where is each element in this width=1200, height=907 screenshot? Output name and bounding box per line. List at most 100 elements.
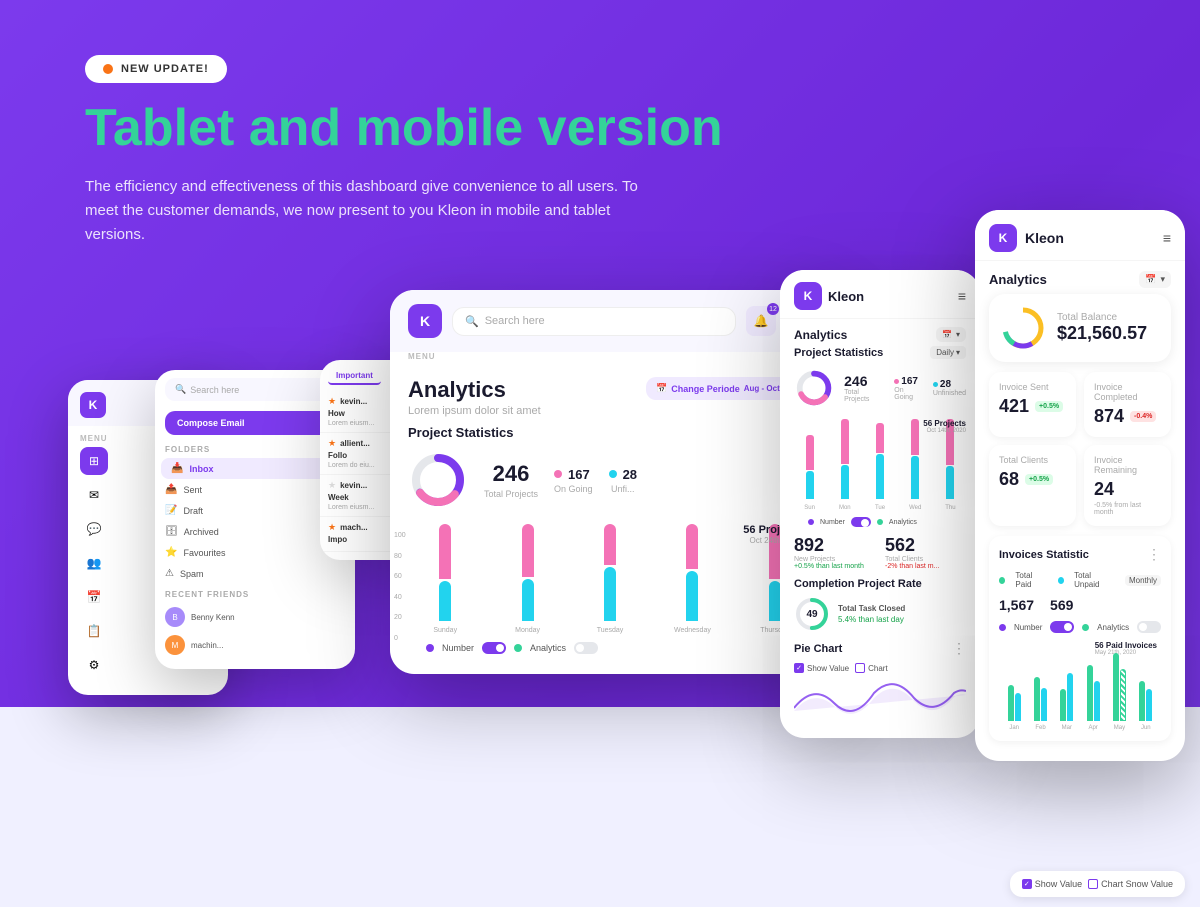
folders-search[interactable]: 🔍 Search here <box>165 378 345 401</box>
show-value-checkbox[interactable]: Show Value <box>794 663 849 673</box>
bar-cyan-monday <box>522 579 534 621</box>
invoice-sent-value: 421 <box>999 396 1029 417</box>
chart-snow-controls: Show Value Chart Snow Value <box>1022 879 1173 889</box>
email-sender-2: allient... <box>340 439 370 448</box>
email-tab-important[interactable]: Important <box>328 368 381 385</box>
pie-more-icon[interactable]: ⋮ <box>952 640 966 657</box>
total-clients-inv-change: +0.5% <box>1025 474 1053 485</box>
email-sender-3: kevin... <box>340 481 367 490</box>
sidebar-nav-docs[interactable]: 📋 <box>80 617 108 645</box>
bar-label-monday: Monday <box>515 627 540 634</box>
chart-snow-chart[interactable]: Chart Snow Value <box>1088 879 1173 889</box>
ps2-stats-row: 246 Total Projects 167 On Going 28 Unfin… <box>794 367 966 409</box>
toggle-number-switch[interactable] <box>482 642 506 654</box>
hero-title-highlight: mobile version <box>356 99 723 157</box>
compose-email-button[interactable]: Compose Email <box>165 411 345 435</box>
ps2-daily[interactable]: Daily ▾ <box>930 346 966 359</box>
completion-change: 5.4% than last day <box>838 615 905 624</box>
inv-stat-title: Invoices Statistic <box>999 549 1089 561</box>
chart-snow-show-value[interactable]: Show Value <box>1022 879 1082 889</box>
invoice-remaining-card: Invoice Remaining 24 -0.5% from last mon… <box>1084 445 1171 526</box>
bar-group-sunday: Sunday <box>408 524 482 634</box>
toggle-analytics-switch[interactable] <box>574 642 598 654</box>
ps2-bar-p3 <box>876 423 884 453</box>
show-value-label: Show Value <box>807 664 849 673</box>
analytics-title: Analytics <box>408 377 541 403</box>
new-projects-label: New Projects <box>794 556 875 563</box>
project-stats-title: Project Statistics <box>408 425 812 440</box>
ps2-stat-total: 246 Total Projects <box>844 373 884 403</box>
ps2-toggle-dot2 <box>877 519 883 525</box>
ps2-bar-chart-wrapper: 56 Projects Oct 14th, 2020 <box>794 419 966 499</box>
inv-analytics-dot <box>1082 624 1089 631</box>
email-sender-4: mach... <box>340 523 368 532</box>
ps2-toggle-switch[interactable] <box>851 517 871 527</box>
center-search[interactable]: 🔍 Search here <box>452 307 736 336</box>
inv-toggle-row: Number Analytics <box>999 621 1161 633</box>
right-date-filter[interactable]: 📅 ▾ <box>1139 271 1171 288</box>
kleon-logo-right: K <box>989 224 1017 252</box>
invoice-remaining-sub: -0.5% from last month <box>1094 502 1161 516</box>
invoice-remaining-row: 24 <box>1094 479 1161 500</box>
total-clients-card: 562 Total Clients -2% than last m... <box>885 535 966 570</box>
snow-show-value-label: Show Value <box>1035 879 1082 889</box>
rbc-g-jan <box>1003 641 1025 721</box>
total-clients-change: -2% than last m... <box>885 563 966 570</box>
rbc-green-apr <box>1087 665 1093 721</box>
rbc-g-jun <box>1135 641 1157 721</box>
stat-ongoing: 167 On Going <box>554 467 593 494</box>
completion-section: Completion Project Rate 49 Total Task Cl… <box>780 570 980 632</box>
bar-label-sunday: Sunday <box>433 627 457 634</box>
monthly-filter[interactable]: Monthly <box>1125 575 1161 586</box>
rbc-lbl-jan: Jan <box>1003 725 1025 731</box>
ps2-toggle-dot1 <box>808 519 814 525</box>
ongoing-label: On Going <box>554 484 593 494</box>
total-clients-inv-card: Total Clients 68 +0.5% <box>989 445 1076 526</box>
sidebar-nav-calendar[interactable]: 📅 <box>80 583 108 611</box>
device-project-stats: K Kleon ≡ Analytics 📅 ▾ Project Statisti… <box>780 270 980 738</box>
device-balance-invoice: K Kleon ≡ Analytics 📅 ▾ Total Balance $2… <box>975 210 1185 761</box>
inv-analytics-toggle[interactable] <box>1137 621 1161 633</box>
rbc-lbl-feb: Feb <box>1029 725 1051 731</box>
notification-bell[interactable]: 🔔 12 <box>746 306 776 336</box>
total-clients-value: 562 <box>885 535 966 556</box>
new-projects-section: 892 New Projects +0.5% than last month 5… <box>780 527 980 570</box>
pie-header: Pie Chart ⋮ <box>794 640 966 657</box>
folder-spam[interactable]: ⚠ Spam <box>155 563 355 584</box>
ps2-title: Project Statistics <box>794 347 883 359</box>
toggle-analytics-label: Analytics <box>530 643 566 653</box>
ps2-unfinished-dot <box>933 382 938 387</box>
sidebar-nav-users[interactable]: 👥 <box>80 549 108 577</box>
inv-more-icon[interactable]: ⋮ <box>1147 546 1161 563</box>
right-bar-chart <box>999 641 1161 721</box>
sidebar-nav-mail[interactable]: ✉ <box>80 481 108 509</box>
ps2-bar-p2 <box>841 419 849 464</box>
date-filter-right2[interactable]: 📅 ▾ <box>936 327 966 342</box>
rbc-teal-apr <box>1094 681 1100 721</box>
right-analytics-header: Analytics 📅 ▾ <box>975 261 1185 294</box>
ps2-chart-label: 56 Projects Oct 14th, 2020 <box>923 419 966 434</box>
center-bar-chart-container: 56 Projects Oct 24th, 2020 100 80 60 40 … <box>390 524 830 654</box>
bar-group-monday: Monday <box>490 524 564 634</box>
analytics2-header: Analytics 📅 ▾ <box>780 319 980 346</box>
rbc-teal-jan <box>1015 693 1021 721</box>
chart-label-pc: Chart <box>868 664 888 673</box>
snow-chart-check <box>1088 879 1098 889</box>
hamburger-right2[interactable]: ≡ <box>958 288 966 304</box>
sidebar-nav-dashboard[interactable]: ⊞ <box>80 447 108 475</box>
center-search-placeholder: Search here <box>485 315 545 327</box>
chart-checkbox[interactable]: Chart <box>855 663 888 673</box>
sidebar-nav-chat[interactable]: 💬 <box>80 515 108 543</box>
rbc-teal-jun <box>1146 689 1152 721</box>
paid-legend-dot <box>999 577 1005 584</box>
inv-number-toggle[interactable] <box>1050 621 1074 633</box>
recent-friends-label: RECENT FRIENDS <box>155 584 355 603</box>
rbc-g-feb <box>1029 641 1051 721</box>
invoice-completed-card: Invoice Completed 874 -0.4% <box>1084 372 1171 437</box>
sidebar-nav-settings[interactable]: ⚙ <box>80 651 108 679</box>
bar-pink-tuesday <box>604 524 616 565</box>
right-bar-chart-wrapper: 56 Paid Invoices May 21th, 2020 <box>999 641 1161 731</box>
ps2-donut-chart <box>794 367 834 409</box>
ps2-bg-2 <box>829 419 861 499</box>
hamburger-right[interactable]: ≡ <box>1163 230 1171 246</box>
